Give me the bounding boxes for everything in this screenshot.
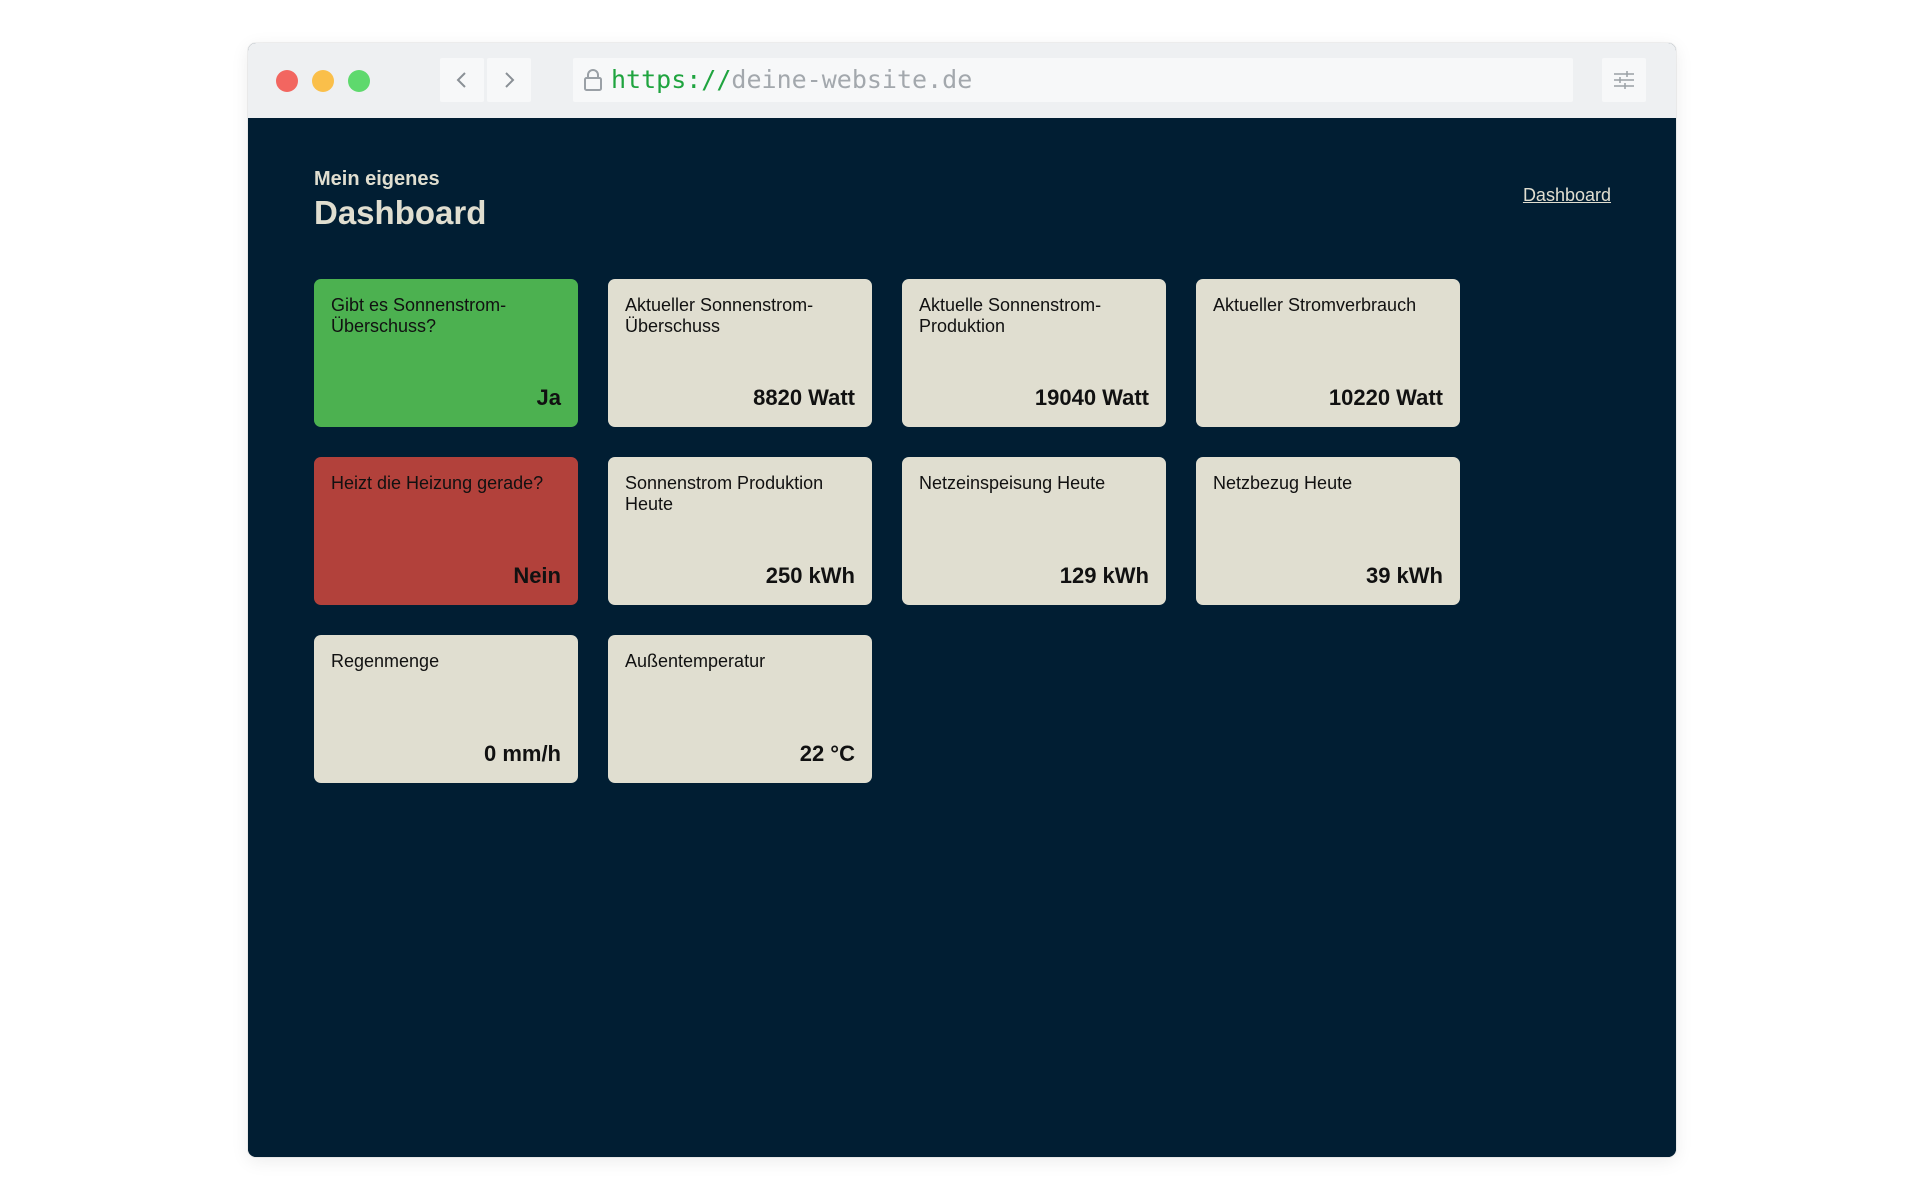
metric-card-solar-surplus-status: Gibt es Sonnenstrom-Überschuss? Ja xyxy=(314,279,578,427)
close-window-button[interactable] xyxy=(276,70,298,92)
card-label: Gibt es Sonnenstrom-Überschuss? xyxy=(331,295,507,336)
chevron-right-icon xyxy=(505,72,515,88)
card-value: 129 kWh xyxy=(1059,563,1149,588)
card-label: Sonnenstrom Produktion Heute xyxy=(625,473,824,514)
metric-card-outdoor-temperature: Außentemperatur 22 °C xyxy=(608,635,872,783)
metric-card-heating-status: Heizt die Heizung gerade? Nein xyxy=(314,457,578,605)
sliders-icon xyxy=(1614,71,1634,89)
metric-card-current-consumption: Aktueller Stromverbrauch 10220 Watt xyxy=(1196,279,1460,427)
card-value: 39 kWh xyxy=(1365,563,1443,588)
card-value: 10220 Watt xyxy=(1328,385,1443,410)
metric-card-grid-feed-in-today: Netzeinspeisung Heute 129 kWh xyxy=(902,457,1166,605)
card-value: 19040 Watt xyxy=(1034,385,1149,410)
card-value: Nein xyxy=(513,563,561,588)
address-bar[interactable]: https://deine-website.de xyxy=(573,58,1573,102)
forward-button[interactable] xyxy=(487,58,531,102)
card-value: 250 kWh xyxy=(765,563,855,588)
metric-card-grid-purchase-today: Netzbezug Heute 39 kWh xyxy=(1196,457,1460,605)
card-label: Netzbezug Heute xyxy=(1213,473,1353,493)
page-subtitle: Mein eigenes xyxy=(314,168,440,190)
url-host: deine-website.de xyxy=(731,65,973,94)
dashboard-page: Mein eigenes Dashboard Dashboard Gibt es… xyxy=(248,118,1676,1157)
lock-icon xyxy=(584,69,602,91)
browser-window: https://deine-website.de Mein eigenes Da… xyxy=(248,43,1676,1157)
chevron-left-icon xyxy=(456,72,466,88)
url-text: https://deine-website.de xyxy=(611,66,972,94)
page-title: Dashboard xyxy=(314,194,487,231)
card-label: Aktueller Stromverbrauch xyxy=(1213,295,1417,315)
zoom-window-button[interactable] xyxy=(348,70,370,92)
card-label: Aktuelle Sonnenstrom-Produktion xyxy=(919,295,1102,336)
metric-grid: Gibt es Sonnenstrom-Überschuss? Ja Aktue… xyxy=(314,279,1462,783)
card-label: Heizt die Heizung gerade? xyxy=(331,473,544,493)
settings-menu-button[interactable] xyxy=(1602,58,1646,102)
browser-titlebar: https://deine-website.de xyxy=(248,43,1676,118)
card-value: 8820 Watt xyxy=(753,385,855,410)
nav-link-dashboard[interactable]: Dashboard xyxy=(1523,185,1611,206)
metric-card-current-solar-surplus: Aktueller Sonnenstrom-Überschuss 8820 Wa… xyxy=(608,279,872,427)
url-scheme: https:// xyxy=(611,65,732,94)
card-label: Aktueller Sonnenstrom-Überschuss xyxy=(625,295,814,336)
metric-card-solar-production-today: Sonnenstrom Produktion Heute 250 kWh xyxy=(608,457,872,605)
card-value: 22 °C xyxy=(799,741,855,766)
card-value: 0 mm/h xyxy=(483,741,561,766)
card-value: Ja xyxy=(536,385,561,410)
card-label: Regenmenge xyxy=(331,651,440,671)
back-button[interactable] xyxy=(440,58,484,102)
metric-card-current-solar-production: Aktuelle Sonnenstrom-Produktion 19040 Wa… xyxy=(902,279,1166,427)
metric-card-rainfall: Regenmenge 0 mm/h xyxy=(314,635,578,783)
card-label: Außentemperatur xyxy=(625,651,766,671)
minimize-window-button[interactable] xyxy=(312,70,334,92)
card-label: Netzeinspeisung Heute xyxy=(919,473,1106,493)
